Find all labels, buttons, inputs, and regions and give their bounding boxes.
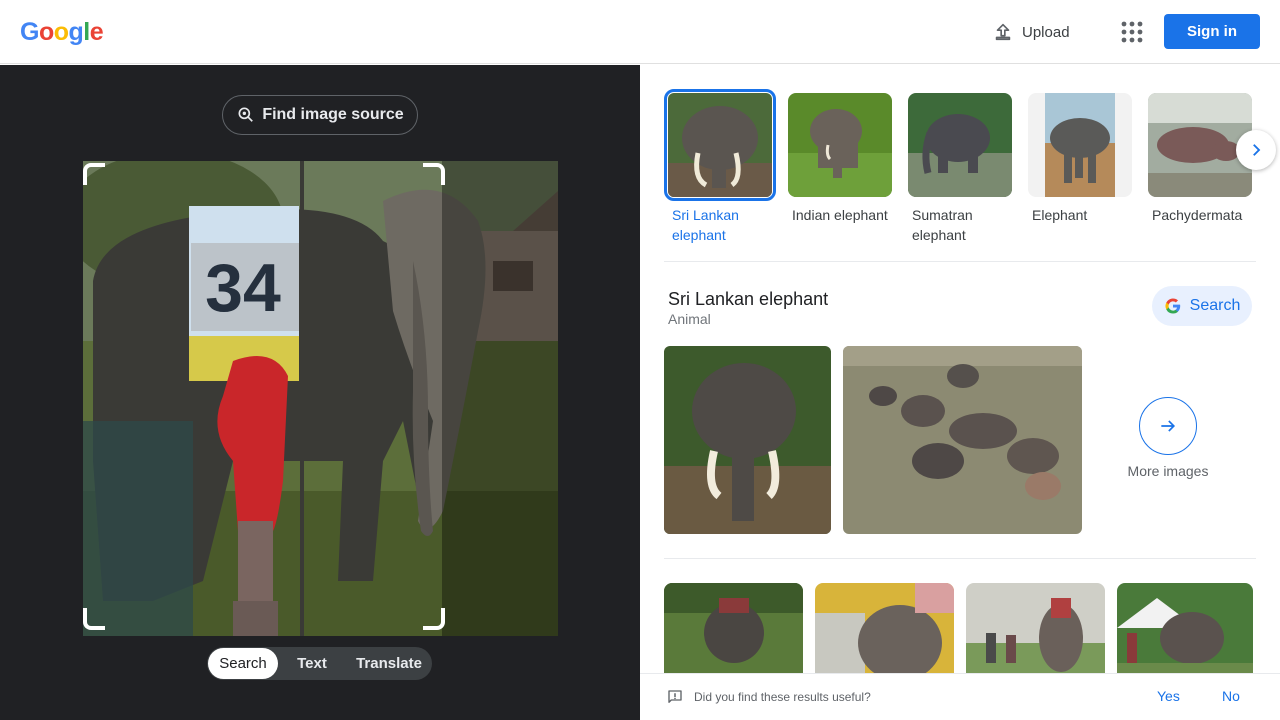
divider: [664, 558, 1256, 559]
feedback-bar: Did you find these results useful? Yes N…: [640, 673, 1280, 720]
upload-icon: [995, 23, 1011, 41]
entity-thumbnail: [1028, 93, 1132, 197]
entity-thumbnail: [788, 93, 892, 197]
entity-label: Pachydermata: [1152, 207, 1243, 223]
top-bar: Google Upload Sign in: [0, 0, 1280, 64]
google-g-icon: [1165, 298, 1180, 314]
entity-chip-sumatran-elephant[interactable]: Sumatran elephant: [908, 93, 1012, 245]
find-image-source-button[interactable]: Find image source: [222, 95, 418, 135]
feedback-no-button[interactable]: No: [1222, 688, 1240, 704]
more-images-label: More images: [1127, 463, 1209, 479]
logo-letter: o: [53, 18, 69, 46]
tab-text[interactable]: Text: [278, 648, 346, 679]
query-image-panel: Find image source 34 Search Text Transla…: [0, 65, 640, 720]
feedback-yes-button[interactable]: Yes: [1157, 688, 1180, 704]
logo-letter: g: [68, 18, 84, 46]
bib-number: 34: [205, 250, 281, 326]
entity-chip-elephant[interactable]: Elephant: [1028, 93, 1132, 225]
knowledge-search-label: Search: [1189, 297, 1241, 314]
entity-label: Indian elephant: [792, 207, 888, 223]
entity-label: Sri Lankan elephant: [672, 207, 739, 243]
crop-handle-bottom-left[interactable]: [83, 608, 105, 630]
knowledge-image[interactable]: [664, 346, 831, 534]
entity-label: Elephant: [1032, 207, 1088, 223]
query-photo: 34: [83, 161, 558, 636]
feedback-question: Did you find these results useful?: [694, 690, 871, 704]
lens-search-icon: [238, 107, 254, 122]
crop-handle-top-right[interactable]: [423, 163, 445, 185]
entity-chip-pachydermata[interactable]: Pachydermata: [1148, 93, 1252, 225]
result-thumbnail[interactable]: [966, 583, 1105, 673]
entity-thumbnail: [908, 93, 1012, 197]
tab-translate[interactable]: Translate: [346, 648, 432, 679]
entity-chip-sri-lankan-elephant[interactable]: Sri Lankan elephant: [664, 89, 776, 245]
chevron-right-icon: [1253, 144, 1261, 156]
upload-label: Upload: [1022, 23, 1070, 41]
logo-letter: o: [38, 18, 54, 46]
knowledge-image[interactable]: [843, 346, 1082, 534]
google-logo[interactable]: Google: [20, 18, 104, 47]
feedback-icon: [668, 690, 682, 703]
knowledge-title: Sri Lankan elephant: [668, 289, 829, 309]
crop-handle-bottom-right[interactable]: [423, 608, 445, 630]
entity-thumbnail: [664, 89, 776, 201]
results-panel: Sri Lankan elephant Indian elephant Suma…: [640, 65, 1280, 720]
sign-in-button[interactable]: Sign in: [1164, 14, 1260, 49]
result-thumbnail[interactable]: [1117, 583, 1253, 673]
mode-tabs: Search Text Translate: [207, 647, 432, 680]
apps-grid-icon[interactable]: [1121, 21, 1143, 43]
result-thumbnail[interactable]: [664, 583, 803, 673]
carousel-next-button[interactable]: [1236, 130, 1276, 170]
more-images-button[interactable]: More images: [1118, 397, 1218, 479]
entity-label: Sumatran elephant: [912, 207, 973, 243]
logo-letter: e: [89, 18, 104, 46]
logo-letter: G: [20, 18, 39, 46]
result-thumbnail[interactable]: [815, 583, 954, 673]
crop-handle-top-left[interactable]: [83, 163, 105, 185]
upload-button[interactable]: Upload: [992, 20, 1070, 44]
more-images-circle: [1139, 397, 1197, 455]
tab-search[interactable]: Search: [208, 648, 278, 679]
entity-chip-indian-elephant[interactable]: Indian elephant: [788, 93, 892, 225]
arrow-right-icon: [1161, 420, 1176, 432]
find-image-source-label: Find image source: [262, 106, 404, 123]
knowledge-search-button[interactable]: Search: [1152, 286, 1252, 326]
knowledge-subtitle: Animal: [668, 311, 711, 327]
divider: [664, 261, 1256, 262]
